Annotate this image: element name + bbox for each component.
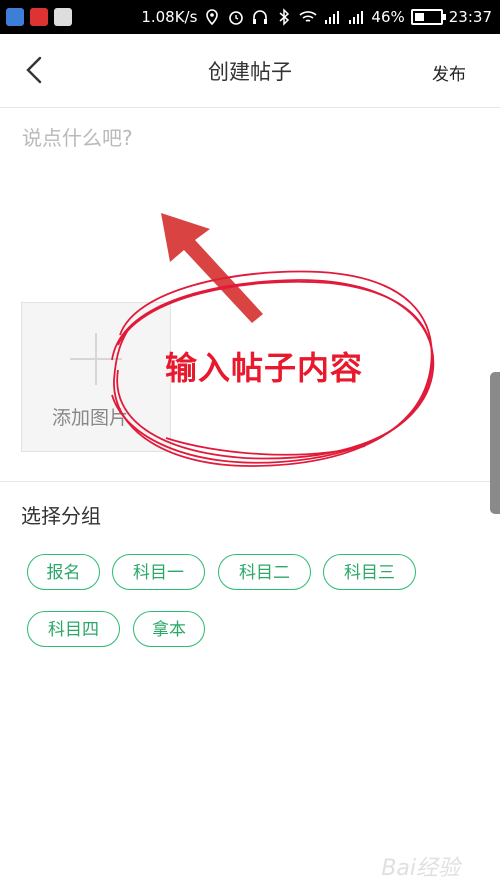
app-header: 创建帖子 发布 <box>0 34 500 108</box>
headset-icon <box>253 10 268 24</box>
tag-kemu-1[interactable]: 科目一 <box>112 554 205 590</box>
bluetooth-icon <box>279 8 290 26</box>
tag-baoming[interactable]: 报名 <box>27 554 100 590</box>
plus-icon <box>70 333 122 385</box>
status-bar: 1.08K/s 46% 23:37 <box>0 0 500 34</box>
signal-icon <box>325 11 340 24</box>
section-divider <box>0 481 500 482</box>
scrollbar-handle[interactable] <box>490 372 500 514</box>
add-image-label: 添加图片 <box>52 407 129 429</box>
watermark: Bai经验 <box>381 856 460 881</box>
clock: 23:37 <box>448 8 492 26</box>
publish-button[interactable]: 发布 <box>432 60 466 85</box>
tag-kemu-3[interactable]: 科目三 <box>323 554 416 590</box>
add-image-button[interactable]: 添加图片 <box>21 302 171 452</box>
wifi-icon <box>299 11 317 22</box>
qq-icon <box>54 8 72 26</box>
post-content-input[interactable] <box>20 122 482 282</box>
signal-icon-2 <box>349 11 364 24</box>
page-title: 创建帖子 <box>208 60 292 84</box>
shield-app-icon <box>6 8 24 26</box>
tag-kemu-2[interactable]: 科目二 <box>218 554 311 590</box>
annotation-text: 输入帖子内容 <box>165 349 364 387</box>
network-speed: 1.08K/s <box>141 8 198 26</box>
battery-percent: 46% <box>371 8 405 26</box>
tag-kemu-4[interactable]: 科目四 <box>27 611 120 647</box>
location-icon <box>206 9 219 26</box>
tag-naben[interactable]: 拿本 <box>133 611 205 647</box>
alarm-icon <box>229 11 244 25</box>
group-section-title: 选择分组 <box>21 504 101 528</box>
battery-icon <box>410 9 446 25</box>
netease-music-icon <box>30 8 48 26</box>
